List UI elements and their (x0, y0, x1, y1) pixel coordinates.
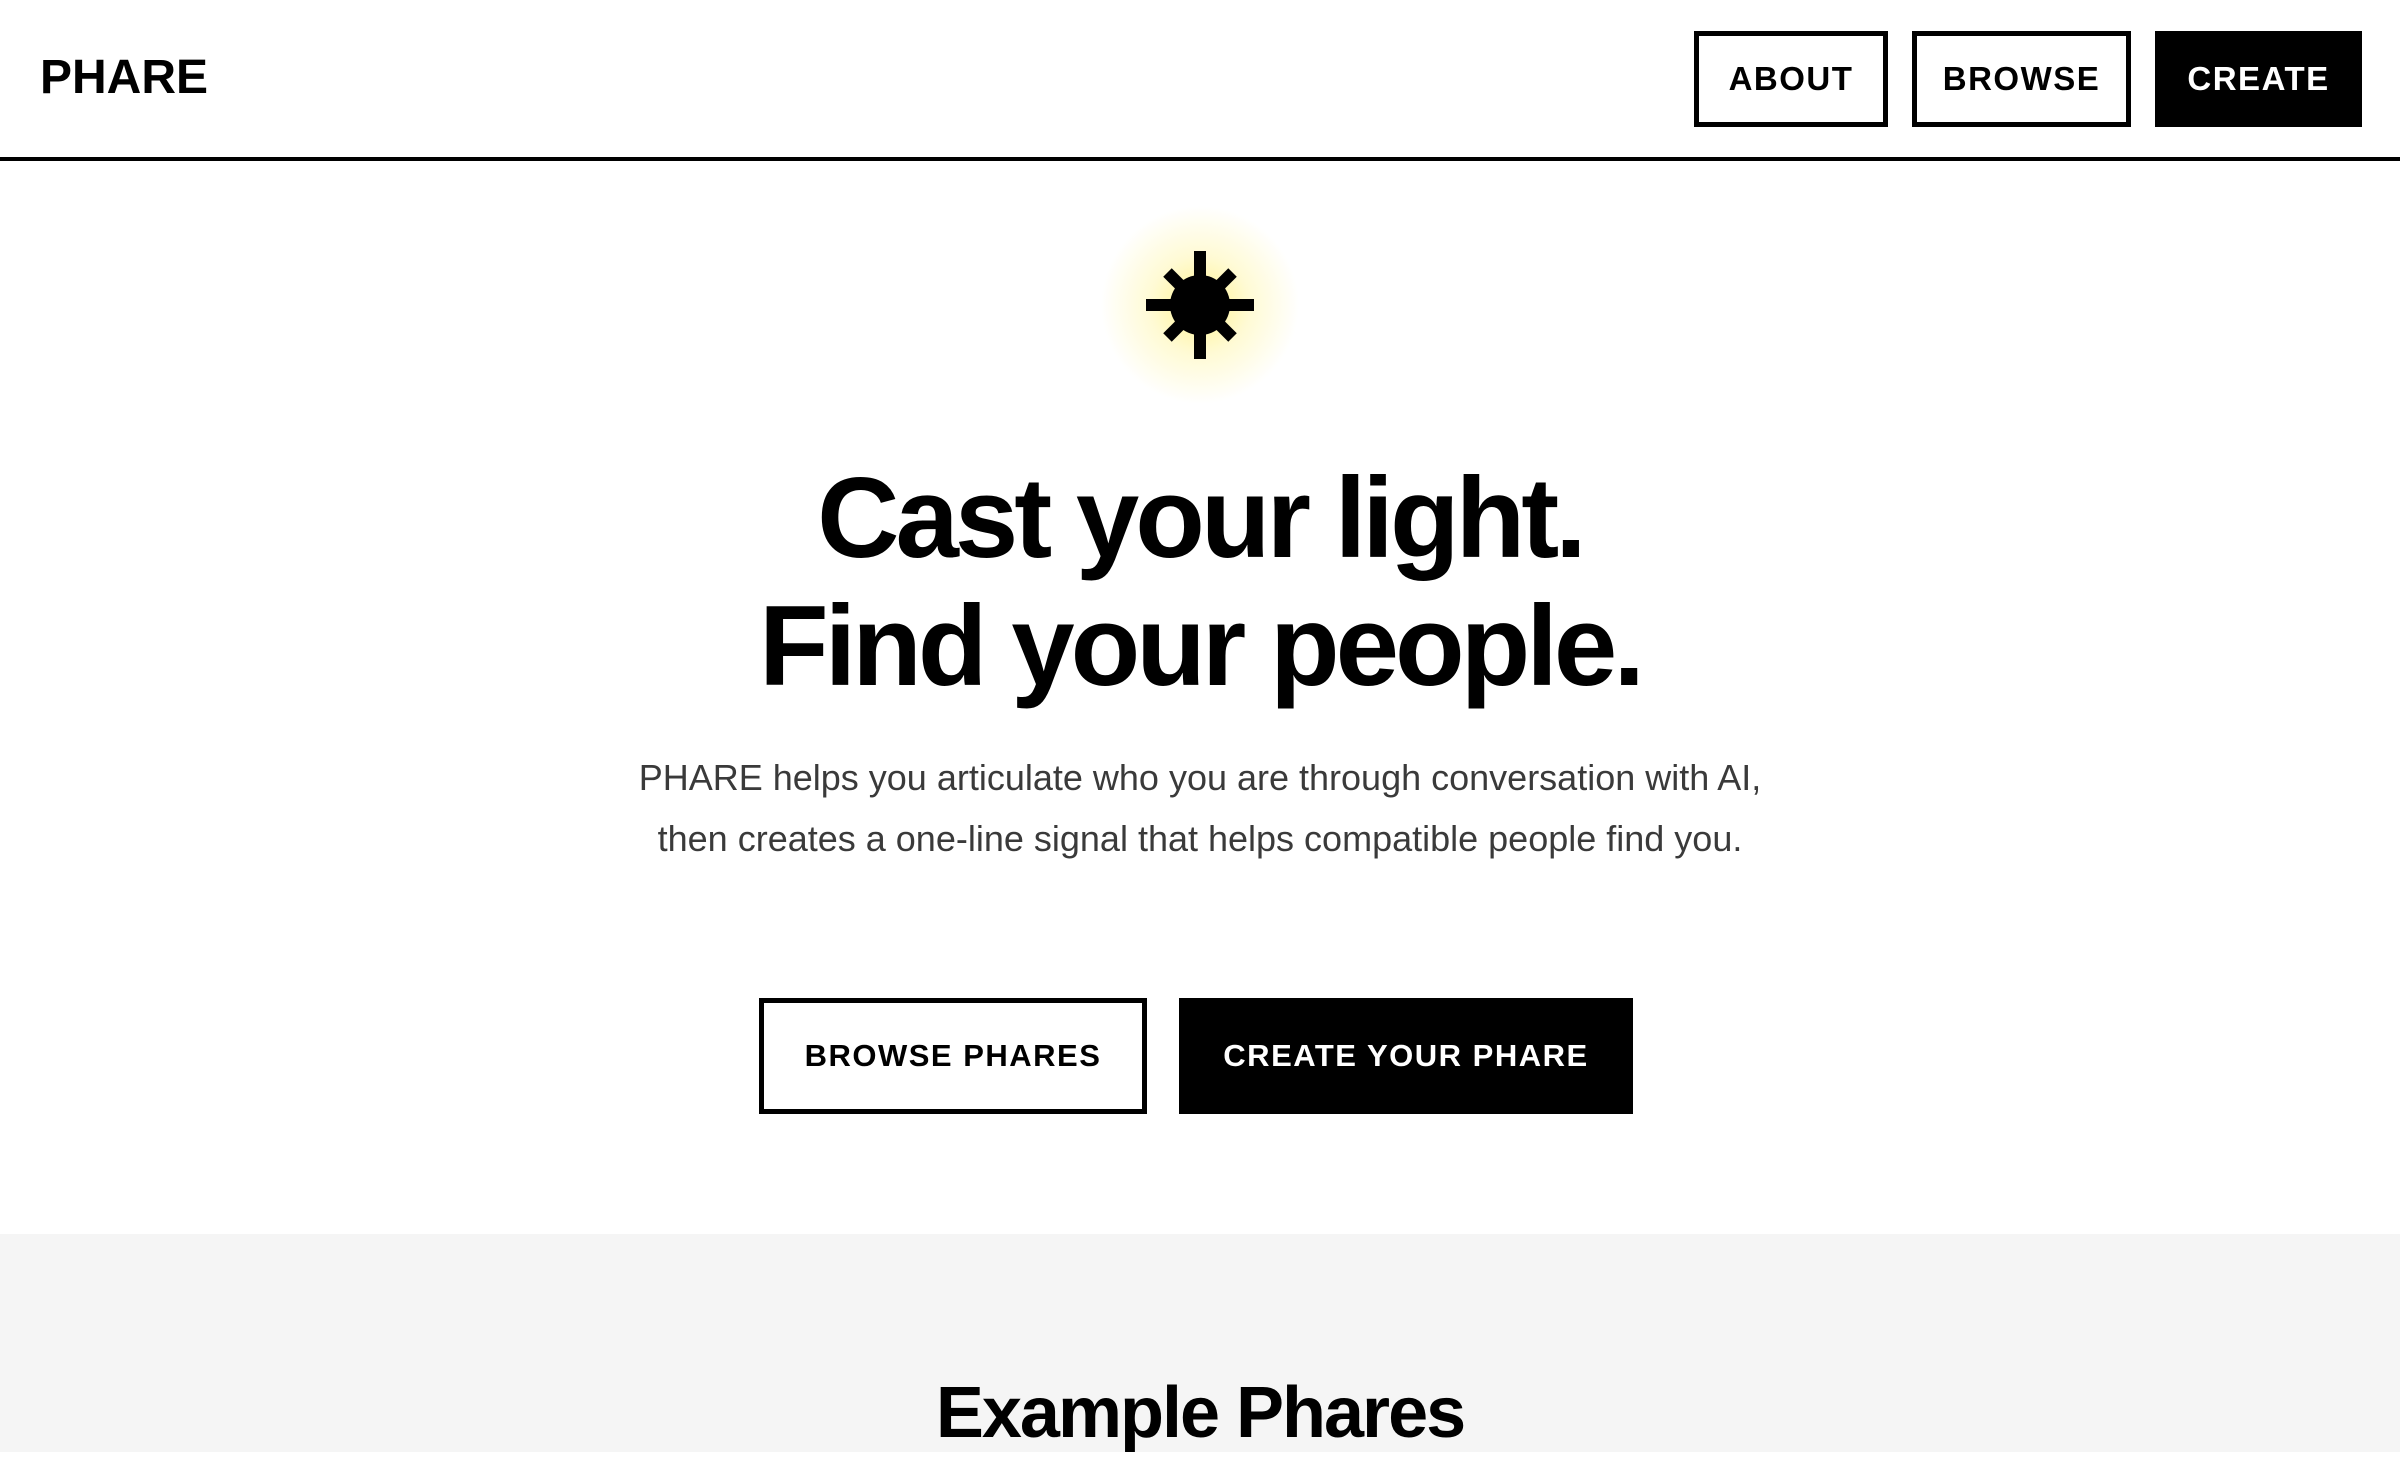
browse-button[interactable]: BROWSE (1912, 31, 2131, 127)
sun-icon-wrap (1100, 205, 1300, 405)
site-header: PHARE ABOUT BROWSE CREATE (0, 0, 2400, 161)
create-your-phare-button[interactable]: CREATE YOUR PHARE (1179, 998, 1633, 1114)
create-button[interactable]: CREATE (2155, 31, 2362, 127)
sun-icon (1146, 251, 1254, 359)
top-nav: ABOUT BROWSE CREATE (1694, 31, 2362, 127)
about-button[interactable]: ABOUT (1694, 31, 1888, 127)
examples-section: Example Phares (0, 1234, 2400, 1453)
headline-line-2: Find your people. (758, 583, 1645, 710)
logo[interactable]: PHARE (40, 50, 208, 106)
hero-section: Cast your light. Find your people. PHARE… (0, 165, 2400, 1234)
cta-row: BROWSE PHARES CREATE YOUR PHARE (0, 998, 2400, 1114)
hero-description: PHARE helps you articulate who you are t… (638, 757, 1762, 859)
examples-title: Example Phares (935, 1373, 1466, 1453)
hero-headline: Cast your light. Find your people. (0, 455, 2400, 711)
headline-line-1: Cast your light. (817, 455, 1587, 582)
browse-phares-button[interactable]: BROWSE PHARES (759, 998, 1147, 1114)
